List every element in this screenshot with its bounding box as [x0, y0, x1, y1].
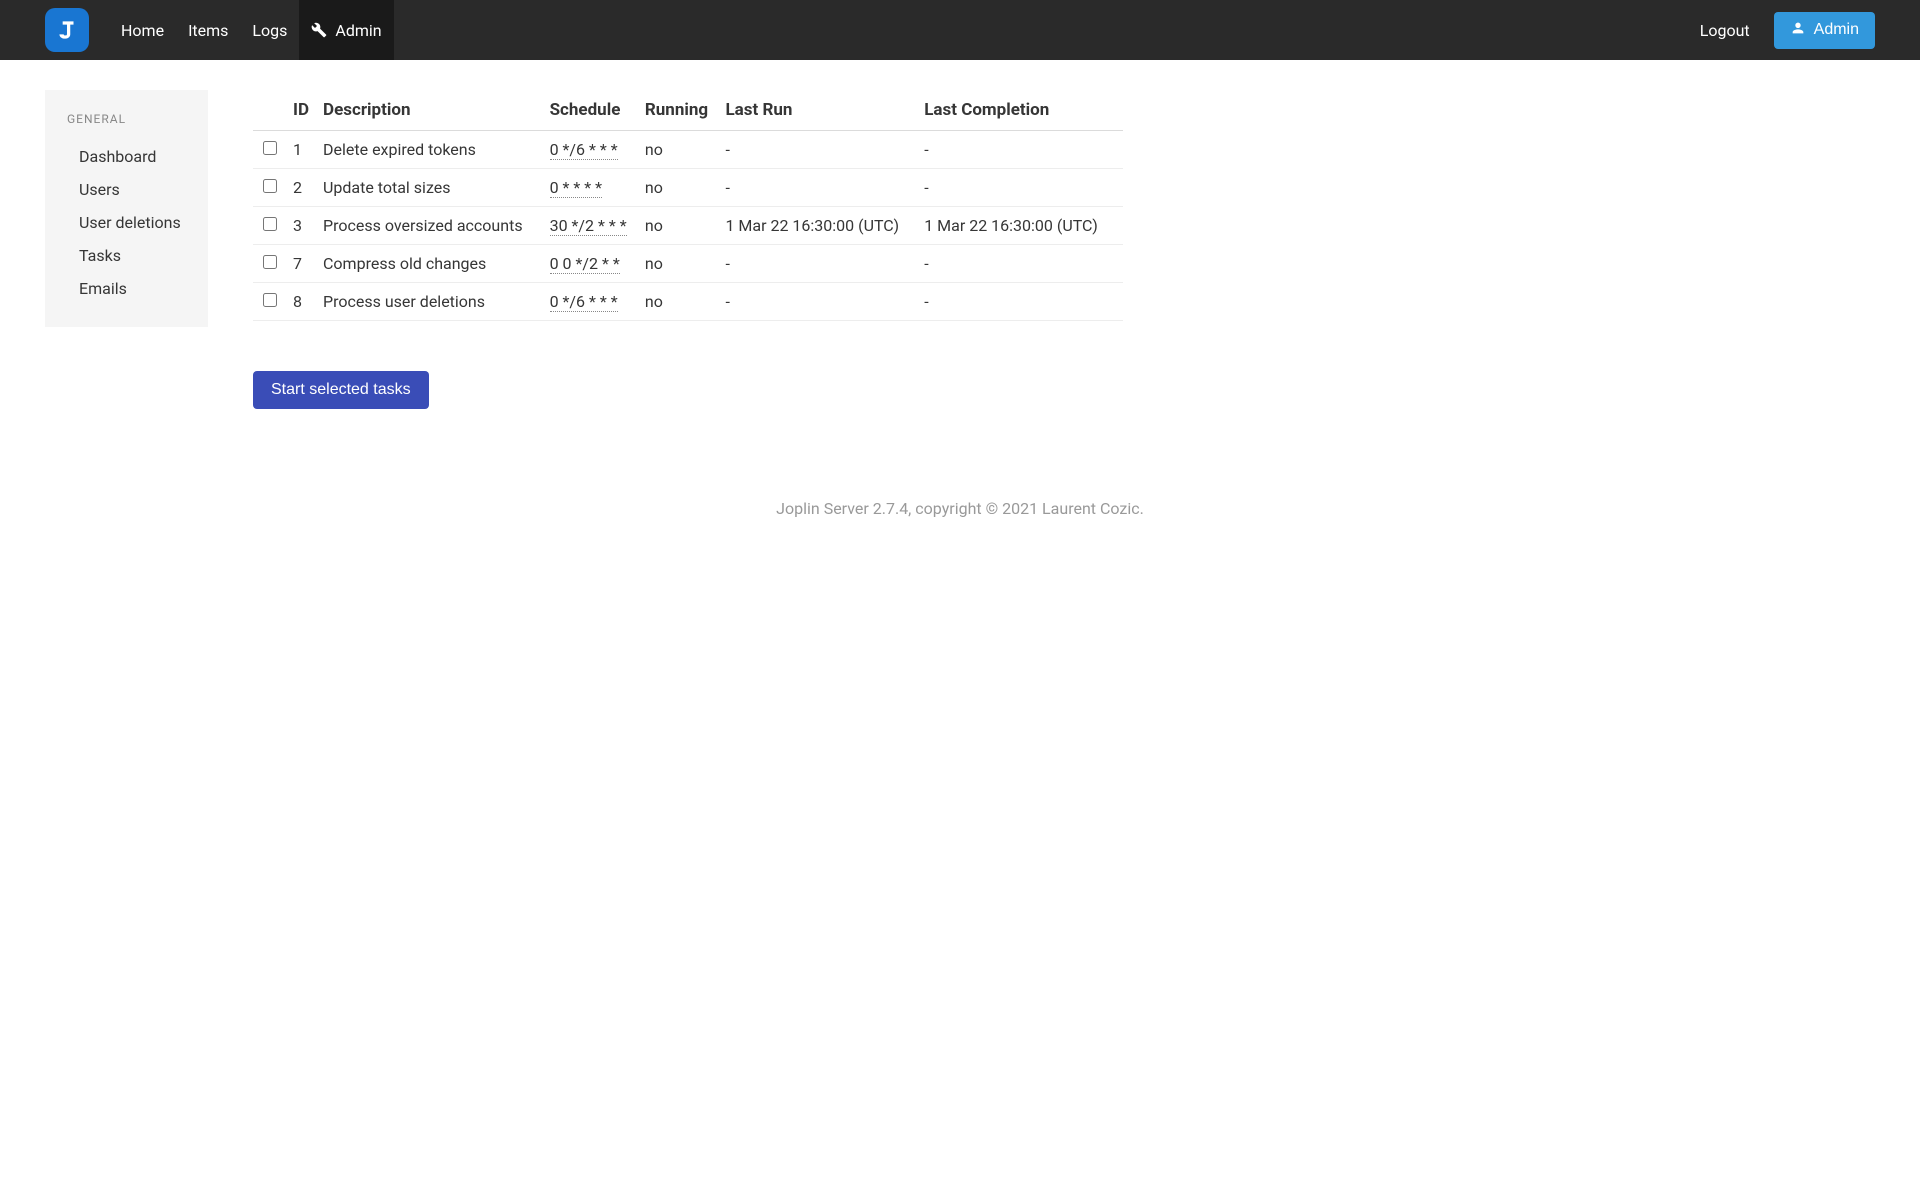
app-logo[interactable]	[45, 8, 89, 52]
cell-description: Process oversized accounts	[323, 207, 550, 245]
cell-description: Update total sizes	[323, 169, 550, 207]
navbar: Home Items Logs Admin Logout Admin	[0, 0, 1920, 60]
cell-description: Process user deletions	[323, 283, 550, 321]
joplin-logo-icon	[54, 17, 80, 43]
nav-logout[interactable]: Logout	[1688, 0, 1762, 60]
cell-schedule[interactable]: 0 */6 * * *	[550, 140, 618, 160]
table-row: 1 Delete expired tokens 0 */6 * * * no -…	[253, 131, 1123, 169]
nav-home-label: Home	[121, 21, 164, 40]
row-checkbox[interactable]	[263, 217, 277, 231]
admin-user-label: Admin	[1814, 21, 1859, 39]
row-checkbox[interactable]	[263, 141, 277, 155]
nav-logout-label: Logout	[1700, 21, 1750, 40]
table-row: 3 Process oversized accounts 30 */2 * * …	[253, 207, 1123, 245]
start-tasks-button[interactable]: Start selected tasks	[253, 371, 429, 409]
navbar-left: Home Items Logs Admin	[45, 0, 394, 60]
nav-admin-label: Admin	[335, 21, 381, 40]
cell-id: 3	[293, 207, 323, 245]
footer-text: Joplin Server 2.7.4, copyright © 2021 La…	[0, 499, 1920, 518]
cell-last-completion: -	[924, 283, 1123, 321]
sidebar-item-emails[interactable]: Emails	[67, 272, 208, 305]
cell-last-completion: -	[924, 131, 1123, 169]
cell-running: no	[645, 245, 726, 283]
sidebar-item-dashboard[interactable]: Dashboard	[67, 140, 208, 173]
cell-id: 7	[293, 245, 323, 283]
cell-running: no	[645, 169, 726, 207]
cell-id: 8	[293, 283, 323, 321]
cell-id: 2	[293, 169, 323, 207]
row-checkbox[interactable]	[263, 255, 277, 269]
cell-last-completion: 1 Mar 22 16:30:00 (UTC)	[924, 207, 1123, 245]
cell-running: no	[645, 131, 726, 169]
cell-id: 1	[293, 131, 323, 169]
header-last-completion: Last Completion	[924, 90, 1123, 131]
cell-last-completion: -	[924, 169, 1123, 207]
header-checkbox	[253, 90, 293, 131]
nav-home[interactable]: Home	[109, 0, 176, 60]
sidebar-item-users[interactable]: Users	[67, 173, 208, 206]
table-row: 2 Update total sizes 0 * * * * no - -	[253, 169, 1123, 207]
start-tasks-label: Start selected tasks	[271, 381, 411, 398]
admin-user-button[interactable]: Admin	[1774, 12, 1875, 49]
page-container: GENERAL Dashboard Users User deletions T…	[0, 60, 1920, 439]
sidebar-item-label: Dashboard	[79, 147, 156, 166]
sidebar-item-label: Emails	[79, 279, 127, 298]
cell-schedule[interactable]: 0 */6 * * *	[550, 292, 618, 312]
table-row: 7 Compress old changes 0 0 */2 * * no - …	[253, 245, 1123, 283]
cell-last-run: 1 Mar 22 16:30:00 (UTC)	[725, 207, 924, 245]
header-schedule: Schedule	[550, 90, 645, 131]
cell-description: Delete expired tokens	[323, 131, 550, 169]
tasks-table: ID Description Schedule Running Last Run…	[253, 90, 1123, 321]
cell-schedule[interactable]: 30 */2 * * *	[550, 216, 627, 236]
user-icon	[1790, 20, 1806, 41]
header-id: ID	[293, 90, 323, 131]
main-content: ID Description Schedule Running Last Run…	[253, 90, 1123, 409]
sidebar-item-tasks[interactable]: Tasks	[67, 239, 208, 272]
cell-last-completion: -	[924, 245, 1123, 283]
header-running: Running	[645, 90, 726, 131]
nav-admin[interactable]: Admin	[299, 0, 393, 60]
nav-logs[interactable]: Logs	[240, 0, 299, 60]
sidebar-item-label: Users	[79, 180, 120, 199]
header-description: Description	[323, 90, 550, 131]
sidebar-item-user-deletions[interactable]: User deletions	[67, 206, 208, 239]
nav-items[interactable]: Items	[176, 0, 240, 60]
wrench-icon	[311, 22, 327, 38]
sidebar: GENERAL Dashboard Users User deletions T…	[45, 90, 208, 327]
row-checkbox[interactable]	[263, 293, 277, 307]
table-header-row: ID Description Schedule Running Last Run…	[253, 90, 1123, 131]
cell-last-run: -	[725, 245, 924, 283]
nav-logs-label: Logs	[252, 21, 287, 40]
navbar-right: Logout Admin	[1688, 0, 1875, 60]
cell-last-run: -	[725, 283, 924, 321]
cell-schedule[interactable]: 0 * * * *	[550, 178, 602, 198]
header-last-run: Last Run	[725, 90, 924, 131]
cell-running: no	[645, 283, 726, 321]
cell-schedule[interactable]: 0 0 */2 * *	[550, 254, 620, 274]
sidebar-heading: GENERAL	[67, 112, 208, 126]
sidebar-item-label: Tasks	[79, 246, 121, 265]
cell-description: Compress old changes	[323, 245, 550, 283]
cell-last-run: -	[725, 169, 924, 207]
row-checkbox[interactable]	[263, 179, 277, 193]
table-row: 8 Process user deletions 0 */6 * * * no …	[253, 283, 1123, 321]
cell-running: no	[645, 207, 726, 245]
cell-last-run: -	[725, 131, 924, 169]
sidebar-item-label: User deletions	[79, 213, 181, 232]
nav-items-label: Items	[188, 21, 228, 40]
